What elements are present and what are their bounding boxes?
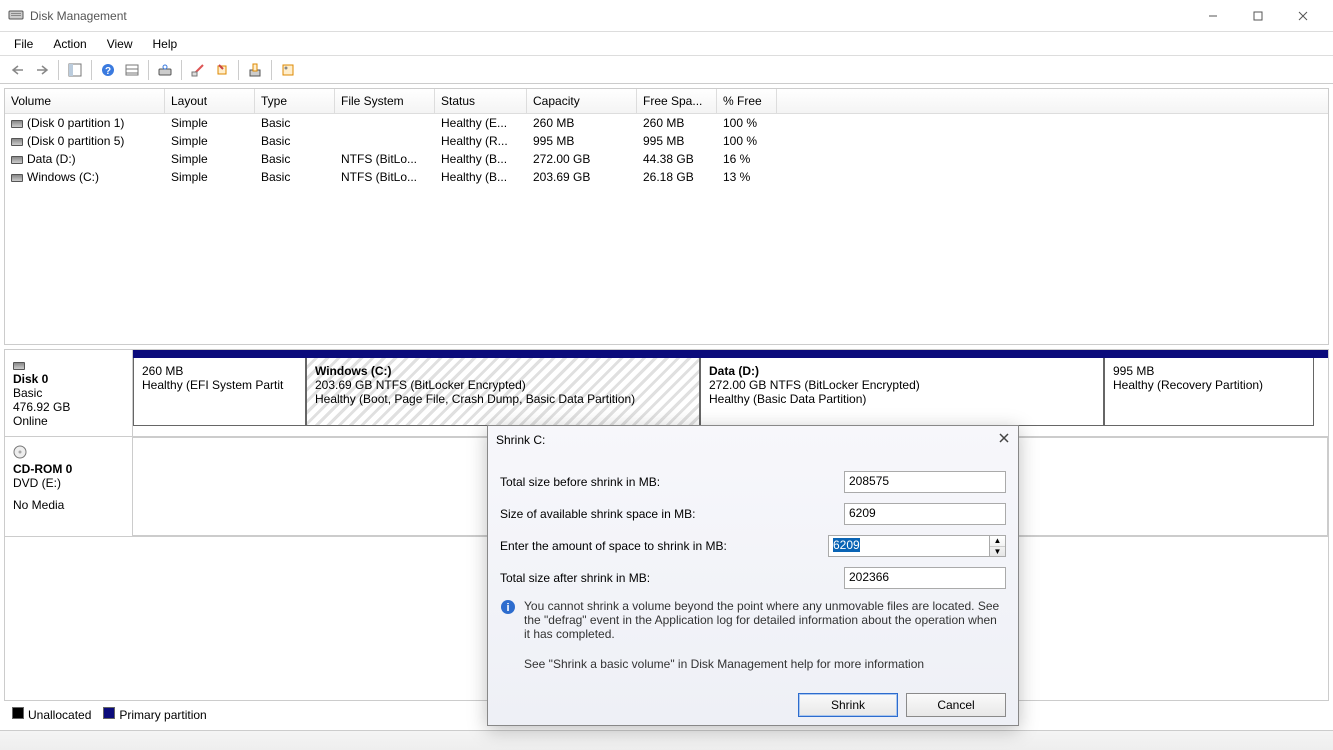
forward-button[interactable] bbox=[30, 59, 54, 81]
volume-row[interactable]: Windows (C:)SimpleBasicNTFS (BitLo...Hea… bbox=[5, 168, 1328, 186]
separator bbox=[181, 60, 182, 80]
col-layout[interactable]: Layout bbox=[165, 89, 255, 113]
col-type[interactable]: Type bbox=[255, 89, 335, 113]
col-status[interactable]: Status bbox=[435, 89, 527, 113]
disk-state-label: Online bbox=[13, 414, 124, 428]
disk-partition[interactable]: Data (D:)272.00 GB NTFS (BitLocker Encry… bbox=[700, 358, 1104, 426]
legend-primary: Primary partition bbox=[119, 708, 206, 722]
cdrom-icon bbox=[13, 448, 27, 462]
separator bbox=[58, 60, 59, 80]
shrink-amount-input[interactable]: 6209 bbox=[828, 535, 990, 557]
refresh-icon[interactable] bbox=[153, 59, 177, 81]
svg-text:?: ? bbox=[105, 66, 111, 77]
help-icon[interactable]: ? bbox=[96, 59, 120, 81]
available-space-value: 6209 bbox=[844, 503, 1006, 525]
col-pctfree[interactable]: % Free bbox=[717, 89, 777, 113]
show-hide-icon[interactable] bbox=[63, 59, 87, 81]
action-icon-3[interactable] bbox=[243, 59, 267, 81]
total-before-value: 208575 bbox=[844, 471, 1006, 493]
separator bbox=[271, 60, 272, 80]
col-spacer bbox=[777, 89, 1328, 113]
shrink-amount-spinner[interactable]: ▲▼ bbox=[990, 535, 1006, 557]
disk-0-info[interactable]: Disk 0 Basic 476.92 GB Online bbox=[5, 350, 133, 436]
info-icon: i bbox=[500, 599, 516, 641]
window-title: Disk Management bbox=[30, 9, 1190, 23]
col-filesystem[interactable]: File System bbox=[335, 89, 435, 113]
dialog-close-button[interactable] bbox=[998, 432, 1010, 447]
view-list-icon[interactable] bbox=[120, 59, 144, 81]
disk-type-label: Basic bbox=[13, 386, 124, 400]
titlebar: Disk Management bbox=[0, 0, 1333, 32]
svg-text:i: i bbox=[506, 602, 509, 614]
app-icon bbox=[8, 6, 24, 25]
menu-view[interactable]: View bbox=[97, 32, 143, 55]
swatch-primary bbox=[103, 707, 115, 719]
total-after-value: 202366 bbox=[844, 567, 1006, 589]
disk-partition[interactable]: 260 MBHealthy (EFI System Partit bbox=[133, 358, 306, 426]
shrink-notice: You cannot shrink a volume beyond the po… bbox=[524, 599, 1006, 641]
menu-action[interactable]: Action bbox=[43, 32, 96, 55]
properties-icon[interactable] bbox=[276, 59, 300, 81]
close-button[interactable] bbox=[1280, 1, 1325, 31]
cdrom-type-label: DVD (E:) bbox=[13, 476, 124, 490]
menu-help[interactable]: Help bbox=[143, 32, 188, 55]
swatch-unallocated bbox=[12, 707, 24, 719]
menu-file[interactable]: File bbox=[4, 32, 43, 55]
spinner-up-icon[interactable]: ▲ bbox=[990, 536, 1005, 547]
cdrom-state-label: No Media bbox=[13, 498, 124, 512]
total-after-label: Total size after shrink in MB: bbox=[500, 571, 844, 585]
maximize-button[interactable] bbox=[1235, 1, 1280, 31]
legend-unallocated: Unallocated bbox=[28, 708, 91, 722]
volume-row[interactable]: Data (D:)SimpleBasicNTFS (BitLo...Health… bbox=[5, 150, 1328, 168]
cdrom-0-info[interactable]: CD-ROM 0 DVD (E:) No Media bbox=[5, 437, 133, 536]
disk-stripe-header bbox=[133, 350, 1328, 358]
volume-row[interactable]: (Disk 0 partition 5)SimpleBasicHealthy (… bbox=[5, 132, 1328, 150]
col-capacity[interactable]: Capacity bbox=[527, 89, 637, 113]
shrink-button[interactable]: Shrink bbox=[798, 693, 898, 717]
dialog-title: Shrink C: bbox=[496, 433, 998, 447]
action-icon-1[interactable] bbox=[186, 59, 210, 81]
minimize-button[interactable] bbox=[1190, 1, 1235, 31]
shrink-amount-label: Enter the amount of space to shrink in M… bbox=[500, 539, 828, 553]
menubar: File Action View Help bbox=[0, 32, 1333, 56]
cancel-button[interactable]: Cancel bbox=[906, 693, 1006, 717]
separator bbox=[91, 60, 92, 80]
total-before-label: Total size before shrink in MB: bbox=[500, 475, 844, 489]
back-button[interactable] bbox=[6, 59, 30, 81]
disk-size-label: 476.92 GB bbox=[13, 400, 124, 414]
shrink-help-link: See "Shrink a basic volume" in Disk Mana… bbox=[524, 657, 924, 671]
disk-partition[interactable]: Windows (C:)203.69 GB NTFS (BitLocker En… bbox=[306, 358, 700, 426]
col-freespace[interactable]: Free Spa... bbox=[637, 89, 717, 113]
statusbar bbox=[0, 730, 1333, 750]
separator bbox=[238, 60, 239, 80]
spinner-down-icon[interactable]: ▼ bbox=[990, 547, 1005, 557]
disk-icon bbox=[13, 362, 25, 370]
volume-row[interactable]: (Disk 0 partition 1)SimpleBasicHealthy (… bbox=[5, 114, 1328, 132]
shrink-dialog: Shrink C: Total size before shrink in MB… bbox=[487, 425, 1019, 726]
toolbar: ? bbox=[0, 56, 1333, 84]
action-icon-2[interactable] bbox=[210, 59, 234, 81]
disk-partition[interactable]: 995 MBHealthy (Recovery Partition) bbox=[1104, 358, 1314, 426]
col-volume[interactable]: Volume bbox=[5, 89, 165, 113]
separator bbox=[148, 60, 149, 80]
volume-list: Volume Layout Type File System Status Ca… bbox=[4, 88, 1329, 345]
available-space-label: Size of available shrink space in MB: bbox=[500, 507, 844, 521]
